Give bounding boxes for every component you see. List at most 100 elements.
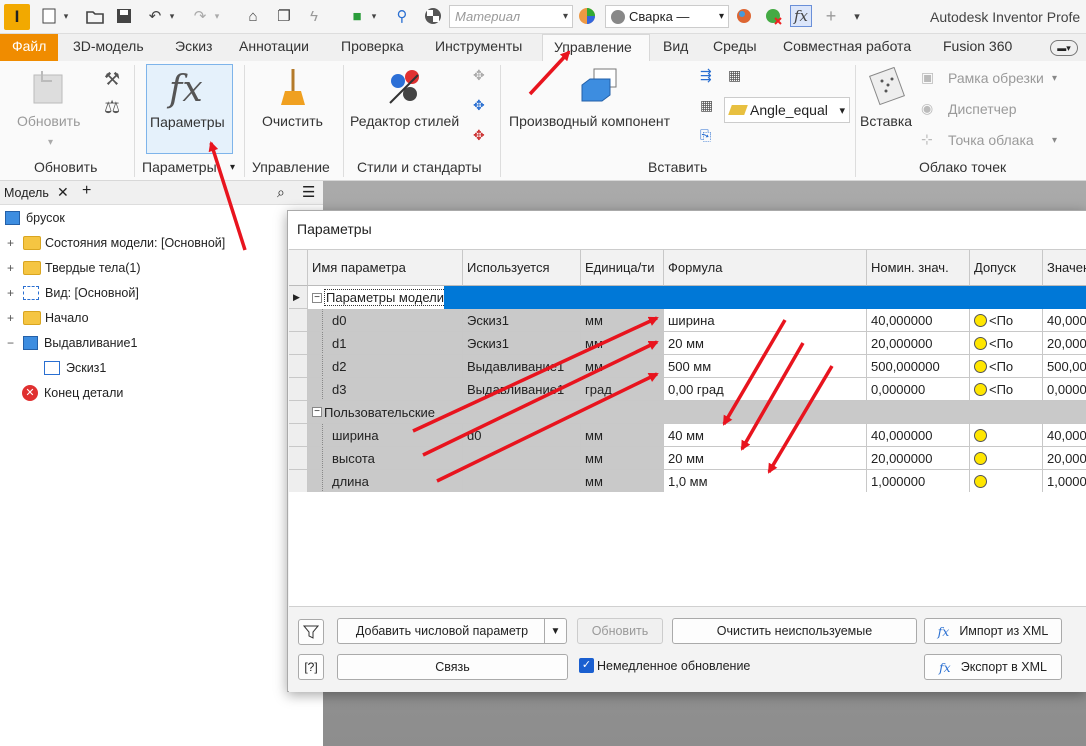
chevron-down-icon[interactable]: ▾ <box>230 162 235 173</box>
browser-tab-label[interactable]: Модель <box>4 186 49 200</box>
styles-save-icon[interactable]: ✥ <box>473 127 485 144</box>
link-icon[interactable]: ⎘ <box>700 127 711 144</box>
style-editor-button[interactable] <box>348 65 466 155</box>
balance-icon[interactable]: ⚖ <box>104 97 120 118</box>
styles-purge-icon[interactable]: ✥ <box>473 97 485 114</box>
menu-icon[interactable]: ☰ <box>302 183 315 201</box>
close-icon[interactable]: ✕ <box>57 184 69 201</box>
update-button[interactable]: Обновить <box>577 618 663 644</box>
cell-formula[interactable]: 1,0 мм <box>664 470 867 493</box>
new-file-icon[interactable] <box>38 5 60 27</box>
ilogic-icon[interactable]: ⚲ <box>391 5 413 27</box>
import-xml-button[interactable]: fx Импорт из XML <box>924 618 1062 644</box>
expand-icon[interactable]: + <box>6 262 15 274</box>
collapse-icon[interactable]: − <box>312 292 322 303</box>
cell-formula[interactable]: 500 мм <box>664 355 867 378</box>
row-selector[interactable] <box>289 355 308 378</box>
row-selector[interactable] <box>289 447 308 470</box>
rebuild-tools-icon[interactable]: ⚒ <box>104 69 120 90</box>
cell-name[interactable]: d1 <box>308 332 463 355</box>
cell-tol[interactable] <box>970 447 1043 470</box>
row-selector[interactable] <box>289 401 308 424</box>
link-button[interactable]: Связь <box>337 654 568 680</box>
tree-item-solid-bodies[interactable]: + Твердые тела(1) <box>6 256 141 280</box>
appearance-combo[interactable]: Сварка — ▾ <box>605 5 729 28</box>
export-xml-button[interactable]: fx Экспорт в XML <box>924 654 1062 680</box>
row-selector-icon[interactable]: ▶ <box>289 286 308 309</box>
row-selector[interactable] <box>289 424 308 447</box>
new-dropdown-icon[interactable]: ▾ <box>60 5 72 27</box>
cell-name[interactable]: ширина <box>308 424 463 447</box>
column-header-formula[interactable]: Формула <box>664 250 867 286</box>
tab-tools[interactable]: Инструменты <box>435 38 522 54</box>
cell-formula[interactable]: ширина <box>664 309 867 332</box>
cell-formula[interactable]: 40 мм <box>664 424 867 447</box>
tree-item-extrusion[interactable]: − Выдавливание1 <box>6 331 137 355</box>
select-dropdown-icon[interactable]: ▾ <box>368 5 380 27</box>
tab-file[interactable]: Файл <box>0 34 58 61</box>
update-lightning-icon[interactable]: ϟ <box>303 5 325 27</box>
help-icon[interactable]: [?] <box>298 654 324 680</box>
manager-label[interactable]: Диспетчер <box>948 101 1016 117</box>
attach-icon[interactable]: ▦ <box>728 67 741 84</box>
save-icon[interactable] <box>113 5 135 27</box>
add-tab-icon[interactable]: + <box>82 182 91 200</box>
table-icon[interactable]: ▦ <box>700 97 713 114</box>
inventor-logo-icon[interactable]: I <box>4 4 30 30</box>
undo-dropdown-icon[interactable]: ▾ <box>166 5 178 27</box>
customize-dropdown-icon[interactable]: ▾ <box>846 5 868 27</box>
cell-tol[interactable]: <По <box>970 355 1043 378</box>
cell-name[interactable]: d0 <box>308 309 463 332</box>
import-icon[interactable]: ⇶ <box>700 67 712 84</box>
add-numeric-parameter-button[interactable]: Добавить числовой параметр ▼ <box>337 618 567 644</box>
styles-update-icon[interactable]: ✥ <box>473 67 485 84</box>
column-header-tolerance[interactable]: Допуск <box>970 250 1043 286</box>
undo-icon[interactable]: ↶ <box>144 5 166 27</box>
expand-icon[interactable]: + <box>6 287 15 299</box>
cell-tol[interactable]: <По <box>970 309 1043 332</box>
tab-sketch[interactable]: Эскиз <box>175 38 212 54</box>
tree-item-view[interactable]: + Вид: [Основной] <box>6 281 139 305</box>
ribbon-toggle-icon[interactable]: ▬▾ <box>1050 40 1078 56</box>
tab-collaborate[interactable]: Совместная работа <box>783 38 911 54</box>
material-combo[interactable]: Материал ▾ <box>449 5 573 28</box>
search-icon[interactable]: ⌕ <box>277 184 285 201</box>
checker-icon[interactable] <box>422 5 444 27</box>
redo-icon[interactable]: ↷ <box>189 5 211 27</box>
column-header-name[interactable]: Имя параметра <box>308 250 463 286</box>
tab-inspect[interactable]: Проверка <box>341 38 404 54</box>
expand-icon[interactable]: + <box>6 237 15 249</box>
cell-name[interactable]: d2 <box>308 355 463 378</box>
home-icon[interactable]: ⌂ <box>242 5 264 27</box>
derive-component-button[interactable] <box>506 65 692 155</box>
cell-name[interactable]: высота <box>308 447 463 470</box>
tree-item-part[interactable]: брусок <box>0 206 65 230</box>
column-header-used[interactable]: Используется <box>463 250 581 286</box>
expand-icon[interactable]: + <box>6 312 15 324</box>
insert-pointcloud-button[interactable] <box>858 65 918 155</box>
copy-icon[interactable]: ❐ <box>273 5 295 27</box>
tree-item-end-of-part[interactable]: ✕ Конец детали <box>22 381 123 405</box>
row-selector[interactable] <box>289 332 308 355</box>
clear-appearance-icon[interactable] <box>762 5 784 27</box>
column-header-unit[interactable]: Единица/ти <box>581 250 664 286</box>
column-header-nominal[interactable]: Номин. знач. <box>867 250 970 286</box>
column-header-value[interactable]: Значен <box>1043 250 1086 286</box>
cloud-point-label[interactable]: Точка облака <box>948 132 1034 148</box>
plus-icon[interactable]: + <box>820 5 842 27</box>
cell-tol[interactable] <box>970 424 1043 447</box>
collapse-icon[interactable]: − <box>312 407 322 417</box>
row-selector[interactable] <box>289 378 308 401</box>
cell-name[interactable]: длина <box>308 470 463 493</box>
chevron-down-icon[interactable]: ▾ <box>1052 73 1057 84</box>
tree-item-model-states[interactable]: + Состояния модели: [Основной] <box>6 231 225 255</box>
parameters-button[interactable]: fx Параметры <box>146 64 233 154</box>
row-selector[interactable] <box>289 309 308 332</box>
open-folder-icon[interactable] <box>84 5 106 27</box>
row-selector[interactable] <box>289 470 308 493</box>
collapse-icon[interactable]: − <box>6 337 15 349</box>
tab-fusion360[interactable]: Fusion 360 <box>943 38 1012 54</box>
angle-combo[interactable]: Angle_equal ▾ <box>724 97 850 123</box>
cell-formula[interactable]: 20 мм <box>664 447 867 470</box>
cell-formula[interactable]: 20 мм <box>664 332 867 355</box>
